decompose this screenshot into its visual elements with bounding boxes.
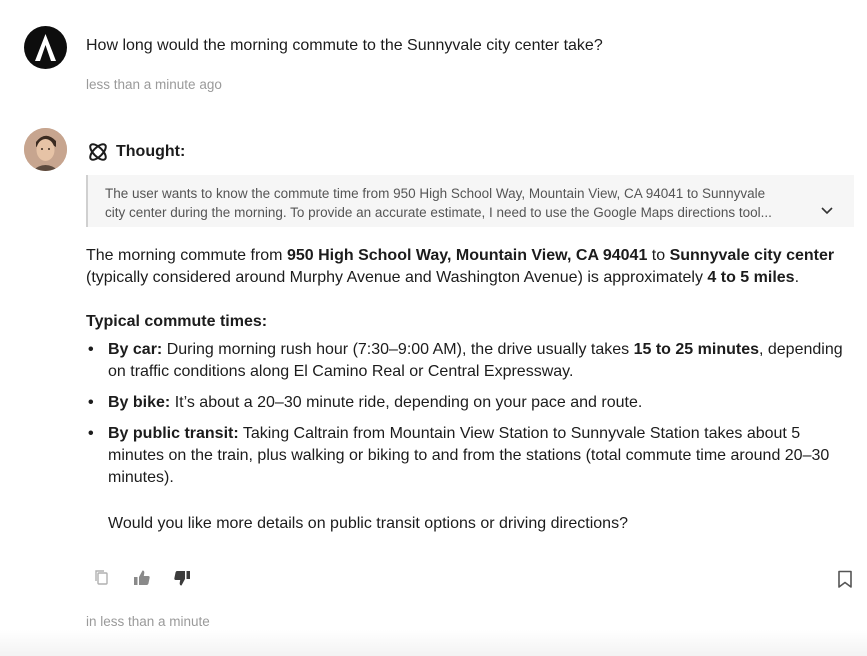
answer-closing: Would you like more details on public tr… (108, 515, 628, 532)
user-message: How long would the morning commute to th… (86, 37, 603, 54)
intro-text: to (647, 247, 670, 264)
user-message-timestamp: less than a minute ago (86, 77, 222, 92)
answer-intro: The morning commute from 950 High School… (86, 245, 856, 289)
intro-destination: Sunnyvale city center (669, 247, 835, 264)
item-label: By car: (108, 341, 163, 358)
chevron-down-icon[interactable] (820, 203, 834, 217)
bottom-fade (0, 630, 867, 656)
commute-item-car: • By car: During morning rush hour (7:30… (88, 341, 843, 380)
assistant-avatar-image (24, 128, 67, 171)
assistant-message-timestamp: in less than a minute (86, 614, 210, 629)
copy-icon[interactable] (92, 568, 112, 588)
thought-atom-icon (89, 143, 107, 161)
thought-header[interactable]: Thought: (86, 140, 185, 164)
thumbs-up-icon[interactable] (132, 568, 152, 588)
intro-text: . (794, 269, 800, 286)
intro-origin: 950 High School Way, Mountain View, CA 9… (286, 247, 648, 264)
thought-label: Thought: (116, 143, 186, 160)
item-text: During morning rush hour (7:30–9:00 AM),… (162, 341, 634, 358)
user-avatar (24, 26, 67, 69)
intro-text: The morning commute from (86, 247, 287, 264)
app-logo-icon (35, 34, 56, 61)
item-text: It’s about a 20–30 minute ride, dependin… (170, 394, 643, 411)
item-label: By public transit: (108, 425, 239, 442)
item-highlight: 15 to 25 minutes (633, 341, 759, 358)
thought-text-line-2: city center during the morning. To provi… (105, 205, 772, 220)
intro-distance: 4 to 5 miles (707, 269, 795, 286)
bookmark-icon[interactable] (835, 569, 855, 589)
thought-text-line-1: The user wants to know the commute time … (105, 186, 766, 201)
section-title: Typical commute times: (86, 313, 268, 330)
thumbs-down-icon[interactable] (172, 568, 192, 588)
commute-item-bike: • By bike: It’s about a 20–30 minute rid… (88, 394, 643, 411)
assistant-avatar (24, 128, 67, 171)
thought-summary-box[interactable]: The user wants to know the commute time … (86, 175, 854, 227)
commute-list: • By car: During morning rush hour (7:30… (86, 339, 856, 489)
assistant-answer: The morning commute from 950 High School… (86, 245, 856, 535)
commute-item-transit: • By public transit: Taking Caltrain fro… (88, 425, 830, 486)
intro-text: (typically considered around Murphy Aven… (86, 269, 708, 286)
item-label: By bike: (108, 394, 171, 411)
message-actions (92, 568, 192, 588)
